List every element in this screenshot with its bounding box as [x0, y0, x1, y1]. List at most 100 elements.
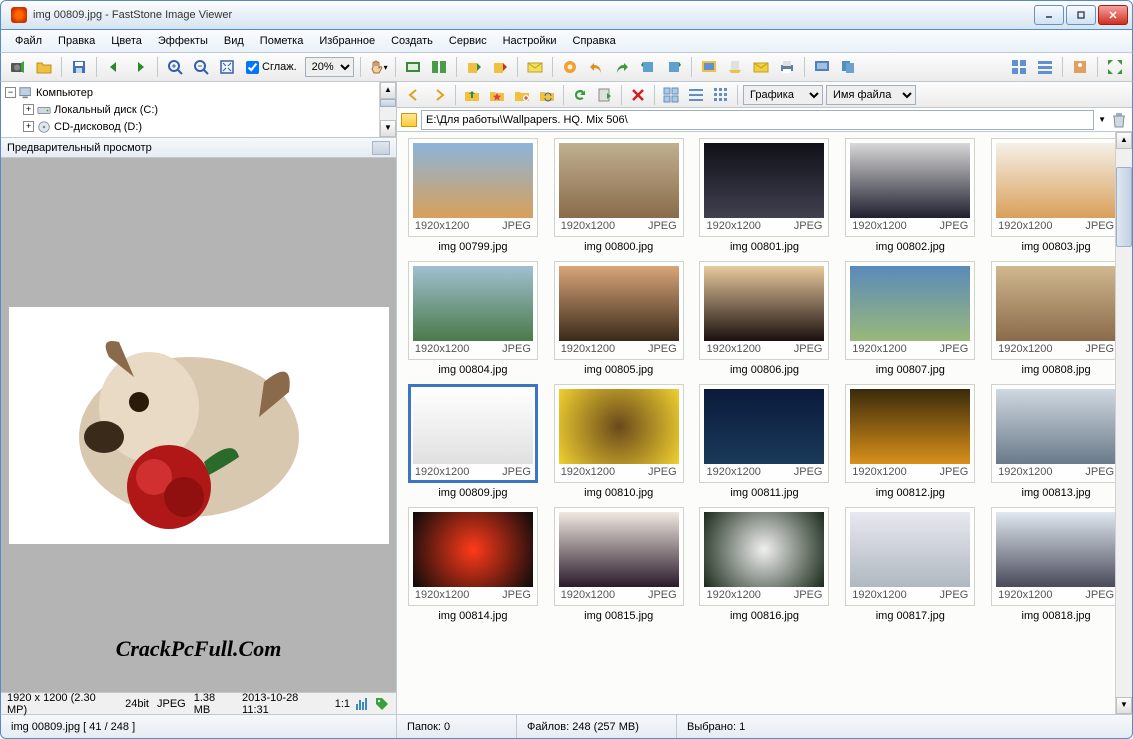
thumbnail-item[interactable]: 1920x1200JPEGimg 00810.jpg [549, 384, 689, 499]
folder-up-button[interactable] [461, 84, 483, 106]
preview-area[interactable]: CrackPcFull.Com [1, 158, 396, 692]
view-large-icons-button[interactable] [660, 84, 682, 106]
scroll-thumb[interactable] [1116, 167, 1132, 247]
thumbnail-item[interactable]: 1920x1200JPEGimg 00799.jpg [403, 138, 543, 253]
compare-button[interactable] [428, 56, 450, 78]
thumbnail-item[interactable]: 1920x1200JPEGimg 00814.jpg [403, 507, 543, 622]
scroll-down-button[interactable]: ▼ [1116, 697, 1132, 714]
thumbnail-item[interactable]: 1920x1200JPEGimg 00809.jpg [403, 384, 543, 499]
preview-resize-handle[interactable] [372, 141, 390, 155]
delete-button[interactable] [627, 84, 649, 106]
maximize-button[interactable] [1066, 5, 1096, 25]
new-folder-button[interactable] [511, 84, 533, 106]
minimize-button[interactable] [1034, 5, 1064, 25]
print-button[interactable] [776, 56, 798, 78]
prev-button[interactable] [103, 56, 125, 78]
menu-файл[interactable]: Файл [7, 32, 50, 50]
scroll-thumb[interactable] [380, 99, 396, 107]
save-button[interactable] [68, 56, 90, 78]
tree-collapse-icon[interactable]: − [5, 87, 16, 98]
wallpaper-button[interactable] [698, 56, 720, 78]
thumbnails-area[interactable]: 1920x1200JPEGimg 00799.jpg1920x1200JPEGi… [397, 132, 1132, 714]
zoom-in-button[interactable] [164, 56, 186, 78]
refresh-button[interactable] [569, 84, 591, 106]
tree-scrollbar[interactable]: ▲ ▼ [379, 82, 396, 137]
thumbnail-item[interactable]: 1920x1200JPEGimg 00800.jpg [549, 138, 689, 253]
next-button[interactable] [129, 56, 151, 78]
single-view-button[interactable] [1069, 56, 1091, 78]
menu-цвета[interactable]: Цвета [103, 32, 150, 50]
thumbnail-item[interactable]: 1920x1200JPEGimg 00816.jpg [695, 507, 835, 622]
thumbnail-item[interactable]: 1920x1200JPEGimg 00813.jpg [986, 384, 1126, 499]
menu-пометка[interactable]: Пометка [252, 32, 312, 50]
thumbnail-view-button[interactable] [1008, 56, 1030, 78]
menu-создать[interactable]: Создать [383, 32, 441, 50]
fit-button[interactable] [216, 56, 238, 78]
view-small-icons-button[interactable] [710, 84, 732, 106]
menu-избранное[interactable]: Избранное [311, 32, 383, 50]
thumbnail-item[interactable]: 1920x1200JPEGimg 00812.jpg [840, 384, 980, 499]
thumbnail-item[interactable]: 1920x1200JPEGimg 00817.jpg [840, 507, 980, 622]
menu-настройки[interactable]: Настройки [495, 32, 565, 50]
menu-справка[interactable]: Справка [565, 32, 624, 50]
thumbnail-item[interactable]: 1920x1200JPEGimg 00803.jpg [986, 138, 1126, 253]
scroll-up-button[interactable]: ▲ [1116, 132, 1132, 149]
settings-gear-button[interactable] [559, 56, 581, 78]
zoom-select[interactable]: 20% [305, 57, 354, 77]
thumbnail-item[interactable]: 1920x1200JPEGimg 00807.jpg [840, 261, 980, 376]
acquire-button[interactable] [7, 56, 29, 78]
rotate-left-button[interactable] [637, 56, 659, 78]
view-mode-select[interactable]: Графика [743, 85, 823, 105]
tree-expand-icon[interactable]: + [23, 104, 34, 115]
thumbs-scrollbar[interactable]: ▲ ▼ [1115, 132, 1132, 714]
thumbnail-item[interactable]: 1920x1200JPEGimg 00801.jpg [695, 138, 835, 253]
undo-button[interactable] [585, 56, 607, 78]
path-dropdown-button[interactable]: ▼ [1098, 115, 1106, 124]
tree-root[interactable]: − Компьютер [5, 84, 392, 101]
tag-icon[interactable] [374, 696, 390, 712]
thumbnail-item[interactable]: 1920x1200JPEGimg 00818.jpg [986, 507, 1126, 622]
open-button[interactable] [33, 56, 55, 78]
menu-сервис[interactable]: Сервис [441, 32, 495, 50]
menu-эффекты[interactable]: Эффекты [150, 32, 216, 50]
thumbnail-item[interactable]: 1920x1200JPEGimg 00815.jpg [549, 507, 689, 622]
email-button[interactable] [524, 56, 546, 78]
move-to-button[interactable] [489, 56, 511, 78]
export-button[interactable] [594, 84, 616, 106]
smooth-checkbox-input[interactable] [246, 61, 259, 74]
email2-button[interactable] [750, 56, 772, 78]
scroll-down-button[interactable]: ▼ [380, 120, 396, 137]
view-details-button[interactable] [685, 84, 707, 106]
recycle-bin-icon[interactable] [1110, 111, 1128, 129]
list-view-button[interactable] [1034, 56, 1056, 78]
thumbnail-item[interactable]: 1920x1200JPEGimg 00804.jpg [403, 261, 543, 376]
scroll-up-button[interactable]: ▲ [380, 82, 396, 99]
hand-tool-button[interactable]: ▾ [367, 56, 389, 78]
menu-правка[interactable]: Правка [50, 32, 103, 50]
thumbnail-item[interactable]: 1920x1200JPEGimg 00802.jpg [840, 138, 980, 253]
slideshow-button[interactable] [402, 56, 424, 78]
folder-sync-button[interactable] [536, 84, 558, 106]
nav-back-button[interactable] [403, 84, 425, 106]
thumbnail-item[interactable]: 1920x1200JPEGimg 00811.jpg [695, 384, 835, 499]
menu-вид[interactable]: Вид [216, 32, 252, 50]
path-input[interactable] [421, 110, 1094, 130]
copy-to-button[interactable] [463, 56, 485, 78]
redo-button[interactable] [611, 56, 633, 78]
screen-capture-button[interactable] [811, 56, 833, 78]
tree-item-drive-d[interactable]: + CD-дисковод (D:) [5, 118, 392, 135]
rotate-right-button[interactable] [663, 56, 685, 78]
nav-forward-button[interactable] [428, 84, 450, 106]
scan-button[interactable] [724, 56, 746, 78]
favorites-button[interactable] [486, 84, 508, 106]
batch-button[interactable] [837, 56, 859, 78]
tree-expand-icon[interactable]: + [23, 121, 34, 132]
thumbnail-item[interactable]: 1920x1200JPEGimg 00805.jpg [549, 261, 689, 376]
sort-select[interactable]: Имя файла [826, 85, 916, 105]
tree-item-drive-c[interactable]: + Локальный диск (C:) [5, 101, 392, 118]
fullscreen-button[interactable] [1104, 56, 1126, 78]
zoom-out-button[interactable] [190, 56, 212, 78]
thumbnail-item[interactable]: 1920x1200JPEGimg 00806.jpg [695, 261, 835, 376]
smooth-checkbox[interactable]: Сглаж. [246, 61, 297, 74]
thumbnail-item[interactable]: 1920x1200JPEGimg 00808.jpg [986, 261, 1126, 376]
